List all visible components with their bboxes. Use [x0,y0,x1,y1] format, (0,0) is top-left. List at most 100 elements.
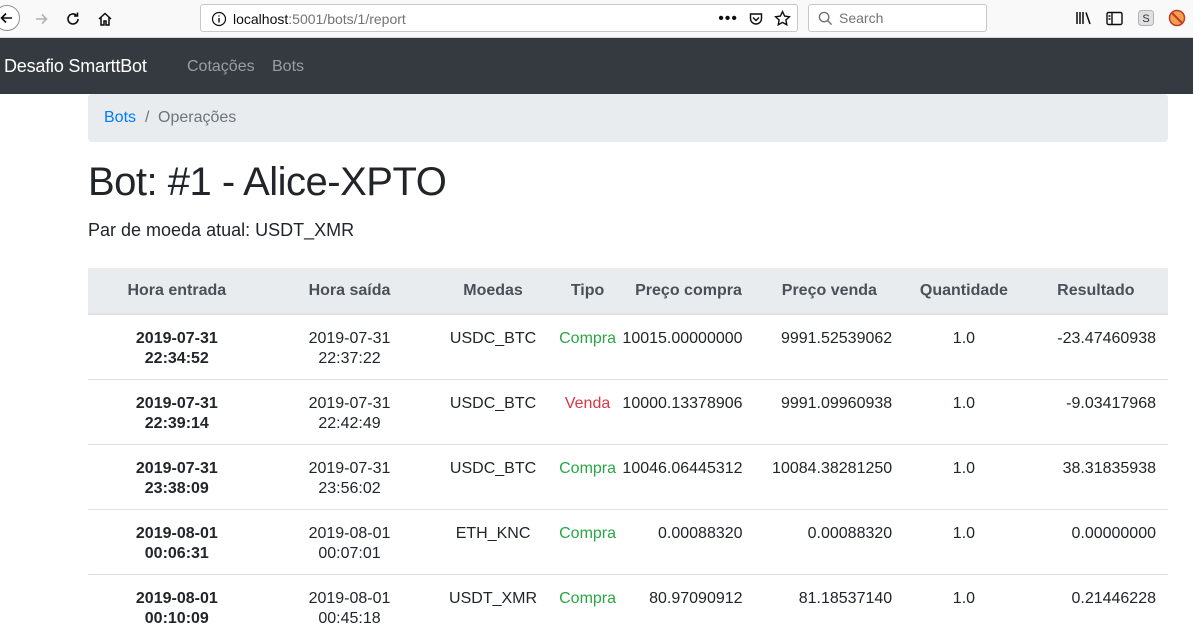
breadcrumb-link-bots[interactable]: Bots [104,109,136,127]
nav-link-bots[interactable]: Bots [272,58,304,76]
cell-resultado: 38.31835938 [1023,443,1168,509]
breadcrumb-current: Operações [158,109,237,126]
cell-preco-compra: 10015.00000000 [622,313,755,379]
entrada-date: 2019-07-31 [135,394,218,412]
header-quantidade: Quantidade [904,268,1024,315]
saida-time: 23:56:02 [318,479,381,497]
cell-resultado: -23.47460938 [1023,313,1168,379]
cell-tipo: Compra [552,313,623,379]
entrada-time: 22:34:52 [144,350,209,367]
pocket-icon[interactable] [748,11,764,27]
cell-moedas: USDC_BTC [433,313,553,379]
arrow-left-icon [0,12,12,24]
cell-preco-compra: 80.97090912 [622,573,755,639]
operations-table: Hora entrada Hora saída Moedas Tipo Preç… [88,268,1168,639]
sidebar-icon[interactable] [1104,8,1124,28]
entrada-time: 23:38:09 [144,479,209,497]
svg-text:S: S [1142,13,1149,25]
cell-hora-saida: 2019-08-01 00:07:01 [265,508,434,574]
cell-resultado: 0.00000000 [1023,508,1168,574]
cell-preco-venda: 10084.38281250 [754,443,905,509]
info-icon[interactable] [211,11,227,32]
browser-search-input[interactable] [839,10,979,26]
cell-tipo: Compra [552,508,623,574]
saida-time: 22:42:49 [318,414,381,432]
entrada-date: 2019-07-31 [135,330,218,347]
cell-preco-venda: 0.00088320 [754,508,905,574]
browser-search-box[interactable] [808,4,987,32]
extension-s-icon[interactable]: S [1136,8,1156,28]
entrada-date: 2019-08-01 [135,524,218,542]
cell-hora-entrada: 2019-07-31 22:34:52 [88,313,266,379]
cell-quantidade: 1.0 [904,508,1024,574]
page-title: Bot: #1 - Alice-XPTO [88,160,447,204]
table-row: 2019-08-01 00:10:09 2019-08-01 00:45:18 US… [88,573,1168,639]
cell-preco-venda: 9991.52539062 [754,313,905,379]
library-icon[interactable] [1074,8,1094,28]
cell-tipo: Compra [552,443,623,509]
forward-button[interactable] [29,7,53,31]
home-icon [98,12,112,26]
reload-icon [67,12,79,25]
entrada-time: 22:39:14 [144,414,209,432]
address-bar[interactable]: localhost:5001/bots/1/report ••• [200,4,798,32]
cell-quantidade: 1.0 [904,443,1024,509]
table-header-row: Hora entrada Hora saída Moedas Tipo Preç… [88,268,1168,315]
cell-resultado: -9.03417968 [1023,378,1168,444]
navbar-brand[interactable]: Desafio SmarttBot [4,56,147,77]
cell-hora-saida: 2019-07-31 23:56:02 [265,443,434,509]
cell-moedas: ETH_KNC [433,508,553,574]
cell-preco-compra: 10046.06445312 [622,443,755,509]
back-button[interactable] [0,5,20,31]
extension-block-icon[interactable] [1167,8,1187,28]
cell-tipo: Venda [552,378,623,444]
saida-time: 22:37:22 [318,350,381,367]
more-actions-icon[interactable]: ••• [718,10,738,27]
saida-date: 2019-07-31 [308,459,391,477]
table-row: 2019-07-31 22:39:14 2019-07-31 22:42:49 US… [88,378,1168,444]
arrow-right-icon [36,13,48,25]
header-hora-entrada: Hora entrada [88,268,266,315]
cell-moedas: USDC_BTC [433,378,553,444]
app-navbar: Desafio SmarttBot Cotações Bots [0,38,1193,94]
cell-preco-compra: 0.00088320 [622,508,755,574]
saida-date: 2019-07-31 [308,330,391,347]
cell-quantidade: 1.0 [904,313,1024,379]
bookmark-star-icon[interactable] [774,10,791,27]
entrada-time: 00:10:09 [144,609,209,627]
url-host: localhost [233,11,289,27]
cell-hora-entrada: 2019-08-01 00:06:31 [88,508,266,574]
cell-hora-saida: 2019-08-01 00:45:18 [265,573,434,639]
cell-moedas: USDC_BTC [433,443,553,509]
current-pair-text: Par de moeda atual: USDT_XMR [88,220,355,240]
saida-date: 2019-08-01 [308,524,391,542]
entrada-time: 00:06:31 [144,544,209,562]
cell-moedas: USDT_XMR [433,573,553,639]
saida-time: 00:07:01 [318,544,381,562]
header-preco-compra: Preço compra [622,268,755,315]
cell-quantidade: 1.0 [904,378,1024,444]
url-path: :5001/bots/1/report [288,11,406,27]
cell-hora-saida: 2019-07-31 22:42:49 [265,378,434,444]
header-resultado: Resultado [1023,268,1168,315]
home-button[interactable] [93,7,117,31]
header-preco-venda: Preço venda [754,268,905,315]
cell-preco-venda: 81.18537140 [754,573,905,639]
cell-preco-venda: 9991.09960938 [754,378,905,444]
cell-hora-entrada: 2019-08-01 00:10:09 [88,573,266,639]
reload-button[interactable] [61,7,85,31]
table-row: 2019-08-01 00:06:31 2019-08-01 00:07:01 ET… [88,508,1168,574]
saida-date: 2019-07-31 [308,394,391,412]
entrada-date: 2019-07-31 [135,459,218,477]
table-row: 2019-07-31 22:34:52 2019-07-31 22:37:22 US… [88,313,1168,379]
cell-quantidade: 1.0 [904,573,1024,639]
cell-hora-saida: 2019-07-31 22:37:22 [265,313,434,379]
cell-preco-compra: 10000.13378906 [622,378,755,444]
nav-link-cotacoes[interactable]: Cotações [187,58,255,76]
cell-hora-entrada: 2019-07-31 23:38:09 [88,443,266,509]
header-tipo: Tipo [552,268,623,315]
breadcrumb-separator: / [145,109,150,126]
browser-toolbar: localhost:5001/bots/1/report ••• S [0,0,1193,38]
cell-resultado: 0.21446228 [1023,573,1168,639]
breadcrumb: Bots / Operações [88,94,1168,142]
